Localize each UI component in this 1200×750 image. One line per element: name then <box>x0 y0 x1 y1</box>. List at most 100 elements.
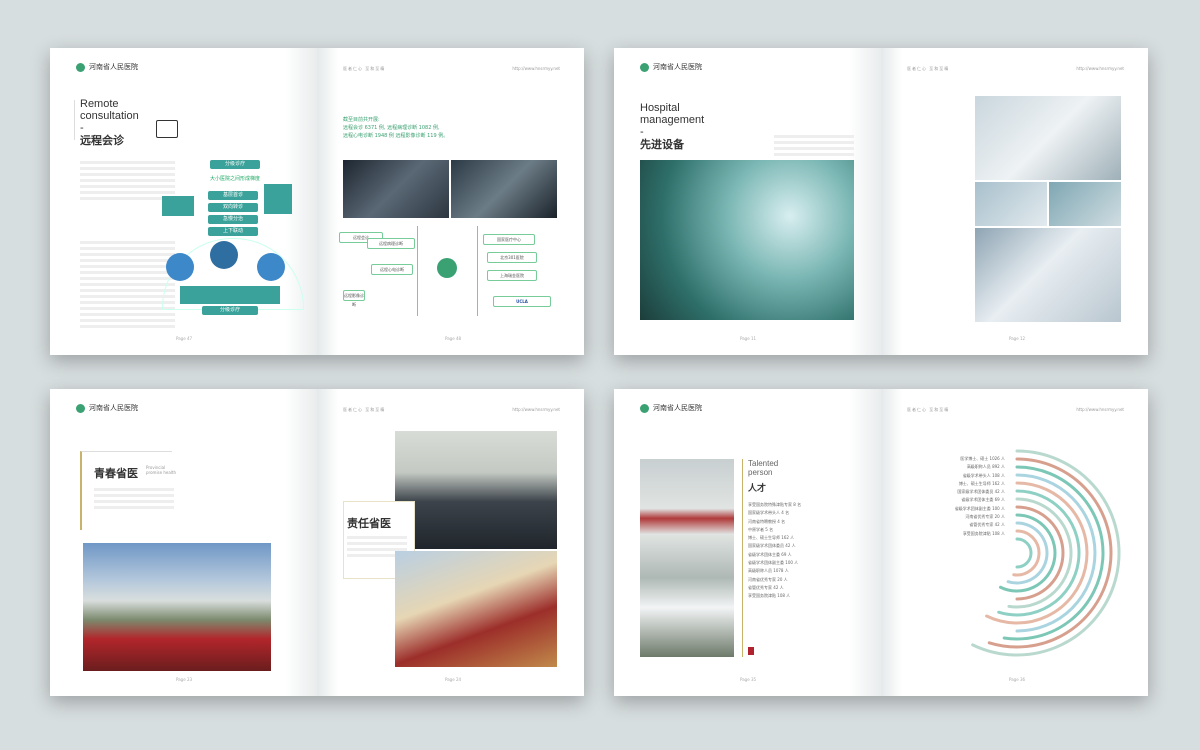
doctor-avatar-icon <box>166 253 194 281</box>
diagram-step-2: 双向转诊 <box>208 203 258 212</box>
page-left: 河南省人民医院 Remote consultation - 远程会诊 分级诊疗 … <box>50 48 317 355</box>
body-text <box>94 485 174 512</box>
body-text <box>774 132 854 159</box>
page-number: Page 48 <box>445 336 462 341</box>
section-title-en: Hospital management <box>640 102 705 126</box>
list-item: 省级学术团体主委 69 人 <box>748 551 792 557</box>
logo-text: 河南省人民医院 <box>653 63 702 71</box>
diagram-bottom-label: 分级诊疗 <box>202 306 258 315</box>
list-item: 河南省优秀专家 20 人 <box>748 576 788 582</box>
diagram-step-4: 上下联动 <box>208 227 258 236</box>
hospital-logo: 河南省人民医院 <box>640 62 702 72</box>
list-item: 享受国务院特殊津贴专家 8 名 <box>748 502 802 507</box>
page-left: 河南省人民医院 Hospital management - 先进设备 Page … <box>614 48 881 355</box>
header-url: http://www.hnsrmyy.net <box>512 407 560 412</box>
equipment-photo <box>975 182 1047 226</box>
hospital-logo: 河南省人民医院 <box>76 62 138 72</box>
equipment-photo <box>1049 182 1121 226</box>
hospital-emblem-icon <box>437 258 457 278</box>
list-item: 享受国务院津贴 108 人 <box>748 593 791 599</box>
page-right: 医者仁心 至和至精 http://www.hnsrmyy.net 医学博士、硕士… <box>881 389 1148 696</box>
consultation-icon <box>156 120 178 138</box>
header-url: http://www.hnsrmyy.net <box>1076 407 1124 412</box>
logo-icon <box>76 403 85 413</box>
logo-text: 河南省人民医院 <box>653 404 702 412</box>
ring-arc <box>987 457 1113 649</box>
section-title-en: Provincial promise health <box>146 465 177 475</box>
list-item: 中原学者 5 名 <box>748 526 774 532</box>
body-text-cn <box>80 158 175 203</box>
list-item: 省管优秀专家 42 人 <box>748 584 784 590</box>
diagram-step-3: 急慢分治 <box>208 215 258 224</box>
brochure-spread-culture: 河南省人民医院 青春省医 Provincial promise health P… <box>50 389 584 696</box>
page-right: 医者仁心 至和至精 http://www.hnsrmyy.net 截至目前共开展… <box>317 48 584 355</box>
gold-divider <box>742 459 743 657</box>
page-right: 医者仁心 至和至精 http://www.hnsrmyy.net 责任省医 Pa… <box>317 389 584 696</box>
header-tagline: 医者仁心 至和至精 <box>907 66 950 71</box>
stats-block: 截至目前共开展: 远程会诊 6371 例, 远程病理诊断 1082 例, 远程心… <box>343 116 448 140</box>
stats-line: 远程会诊 6371 例, 远程病理诊断 1082 例, <box>343 125 440 131</box>
page-number: Page 11 <box>740 336 757 341</box>
node-left: 远程影像诊断 <box>343 290 365 307</box>
page-number: Page 24 <box>445 677 462 682</box>
page-right: 医者仁心 至和至精 http://www.hnsrmyy.net Page 12 <box>881 48 1148 355</box>
section-title-cn: 人才 <box>748 484 767 494</box>
node-left: 远程心电诊断 <box>371 264 413 275</box>
list-item: 河南省特聘教授 4 名 <box>748 518 786 524</box>
page-left: 河南省人民医院 青春省医 Provincial promise health P… <box>50 389 317 696</box>
diagram-top-label: 分级诊疗 <box>210 160 260 169</box>
diagram-line <box>477 226 478 316</box>
doctor-avatar-icon <box>257 253 285 281</box>
header-url: http://www.hnsrmyy.net <box>1076 66 1124 71</box>
logo-text: 河南省人民医院 <box>89 63 138 71</box>
body-text-en <box>80 238 175 331</box>
diagram-middle-label: 大小医院之间形成梯度 <box>209 176 260 182</box>
hospital-buildings-icon <box>180 286 280 304</box>
seal-stamp <box>748 647 754 655</box>
video-conference-photo <box>451 160 557 218</box>
logo-text: 河南省人民医院 <box>89 404 138 412</box>
list-item: 高级职称人员 1078 人 <box>748 568 789 574</box>
large-hospital-icon <box>264 184 292 214</box>
list-item: 国家级学术带头人 4 名 <box>748 510 790 516</box>
list-item: 省级学术团体副主委 100 人 <box>748 560 799 566</box>
video-conference-photo <box>343 160 449 218</box>
node-right: 上海瑞金医院 <box>487 270 537 281</box>
small-hospital-icon <box>162 196 194 216</box>
page-number: Page 36 <box>1009 677 1026 682</box>
header-tagline: 医者仁心 至和至精 <box>343 407 386 412</box>
header-url: http://www.hnsrmyy.net <box>512 66 560 71</box>
diagram-step-1: 基层首诊 <box>208 191 258 200</box>
hospital-building-photo <box>83 543 271 671</box>
logo-icon <box>640 62 649 72</box>
header-tagline: 医者仁心 至和至精 <box>907 407 950 412</box>
ct-room-photo <box>975 96 1121 180</box>
hospital-logo: 河南省人民医院 <box>640 403 702 413</box>
stats-line: 远程心电诊断 1948 例 远程影像诊断 119 例。 <box>343 133 449 139</box>
section-title-en: Remote consultation <box>80 98 139 122</box>
section-title-en: Talented person <box>748 459 779 477</box>
section-title-cn: 远程会诊 <box>80 134 124 147</box>
list-item: 博士、硕士生导师 162 人 <box>748 535 795 541</box>
section-title-cn: 青春省医 <box>94 467 138 480</box>
surgery-photo <box>640 160 854 320</box>
hospital-logo: 河南省人民医院 <box>76 403 138 413</box>
diagram-line <box>417 226 418 316</box>
ceremony-photo <box>395 431 557 549</box>
logo-icon <box>76 62 85 72</box>
brochure-spread-remote-consultation: 河南省人民医院 Remote consultation - 远程会诊 分级诊疗 … <box>50 48 584 355</box>
concentric-ring-chart <box>971 449 1121 657</box>
ring-arc <box>1015 537 1033 569</box>
node-right: 国家医疗中心 <box>483 234 535 245</box>
page-number: Page 35 <box>740 677 757 682</box>
doctor-avatar-icon <box>210 241 238 269</box>
brochure-spread-talent: 河南省人民医院 Talented person 人才 享受国务院特殊津贴专家 8… <box>614 389 1148 696</box>
doctors-group-photo <box>640 459 734 657</box>
page-number: Page 47 <box>176 336 193 341</box>
section-title-cn: 先进设备 <box>640 138 684 151</box>
section-title-cn: 责任省医 <box>347 517 391 530</box>
node-left: 远程病理诊断 <box>367 238 415 249</box>
ucla-node: UCLA <box>493 296 551 307</box>
node-right: 北京301医院 <box>487 252 537 263</box>
page-number: Page 23 <box>176 677 193 682</box>
